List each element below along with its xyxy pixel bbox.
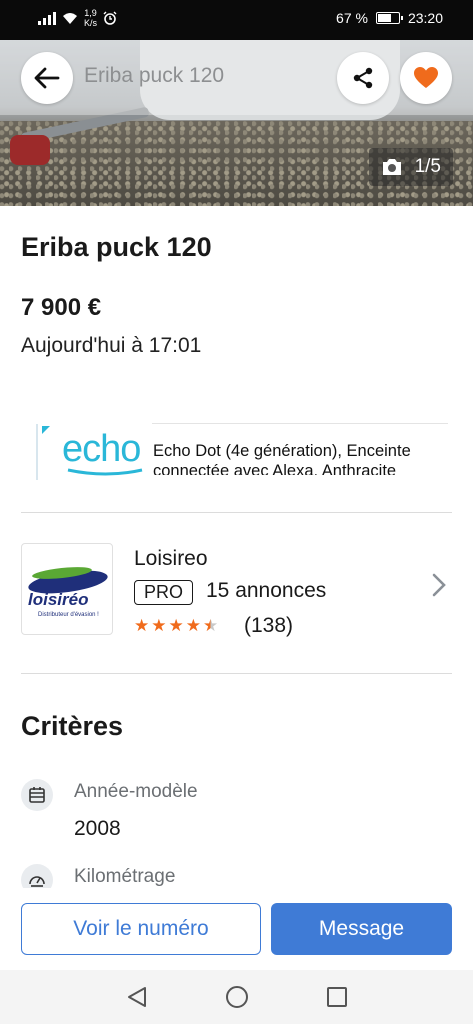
nav-home-button[interactable]	[224, 984, 250, 1010]
seller-card[interactable]: loisiréo Distributeur d'évasion ! Loisir…	[21, 543, 452, 637]
listing-photo[interactable]: Eriba puck 120 1/5	[0, 40, 473, 206]
seller-name: Loisireo	[134, 547, 208, 570]
clock: 23:20	[407, 10, 443, 26]
criteria-label: Kilométrage	[74, 866, 176, 887]
criteria-value: 2008	[74, 817, 121, 840]
wifi-icon	[63, 12, 77, 24]
share-button[interactable]	[337, 52, 389, 104]
status-bar: 1,9 K/s 67 % 23:20	[0, 0, 473, 40]
star-icon: ★	[185, 616, 201, 635]
status-left: 1,9 K/s	[38, 8, 117, 28]
circle-home-icon	[226, 986, 248, 1008]
square-recents-icon	[327, 987, 347, 1007]
divider	[21, 512, 452, 513]
camera-icon	[382, 159, 401, 175]
alarm-icon	[103, 11, 117, 25]
star-icon: ★	[151, 616, 167, 635]
message-button[interactable]: Message	[271, 903, 452, 955]
star-icon: ★	[203, 616, 219, 635]
smile-arrow-icon	[67, 468, 143, 476]
pro-badge: PRO	[134, 580, 194, 605]
ad-brand: echo	[62, 428, 141, 470]
action-bar: Voir le numéro Message	[0, 888, 473, 970]
listing-date: Aujourd'hui à 17:01	[21, 334, 202, 357]
battery-percent: 67 %	[336, 10, 368, 26]
system-nav-bar	[0, 970, 473, 1024]
photo-count-text: 1/5	[414, 156, 441, 177]
share-icon	[353, 67, 373, 89]
battery-icon	[375, 12, 403, 24]
battery-fill	[377, 14, 391, 22]
criteria-title: Critères	[21, 711, 124, 741]
triangle-back-icon	[128, 987, 146, 1007]
seller-logo: loisiréo Distributeur d'évasion !	[21, 543, 113, 635]
ad-banner[interactable]: echo Echo Dot (4e génération), Enceinte …	[36, 424, 448, 480]
listing-title: Eriba puck 120	[21, 232, 212, 262]
calendar-icon	[21, 779, 53, 811]
nav-recents-button[interactable]	[324, 984, 350, 1010]
seller-logo-wordmark: loisiréo	[28, 590, 89, 609]
heart-icon	[414, 67, 438, 88]
chevron-right-icon	[432, 573, 446, 597]
signal-icon	[38, 11, 56, 25]
show-phone-button[interactable]: Voir le numéro	[21, 903, 261, 955]
seller-logo-tagline: Distributeur d'évasion !	[38, 612, 99, 618]
nav-back-button[interactable]	[124, 984, 150, 1010]
divider	[21, 673, 452, 674]
favorite-button[interactable]	[400, 52, 452, 104]
rating-count: (138)	[244, 614, 294, 637]
star-icon: ★	[134, 616, 150, 635]
ad-text: Echo Dot (4e génération), Enceinte conne…	[153, 442, 411, 475]
star-icon: ★	[168, 616, 184, 635]
network-speed: 1,9 K/s	[84, 8, 98, 28]
status-right: 67 % 23:20	[336, 10, 443, 26]
back-button[interactable]	[21, 52, 73, 104]
arrow-left-icon	[34, 67, 60, 89]
header-title: Eriba puck 120	[84, 64, 225, 87]
seller-listings-count: 15 annonces	[206, 579, 327, 602]
criteria-label: Année-modèle	[74, 781, 198, 802]
ad-choices-icon	[42, 426, 50, 434]
photo-counter[interactable]: 1/5	[368, 148, 453, 186]
ad-logo: echo	[36, 424, 150, 480]
listing-price: 7 900 €	[21, 294, 102, 321]
rating-stars: ★ ★ ★ ★ ★	[134, 616, 218, 636]
